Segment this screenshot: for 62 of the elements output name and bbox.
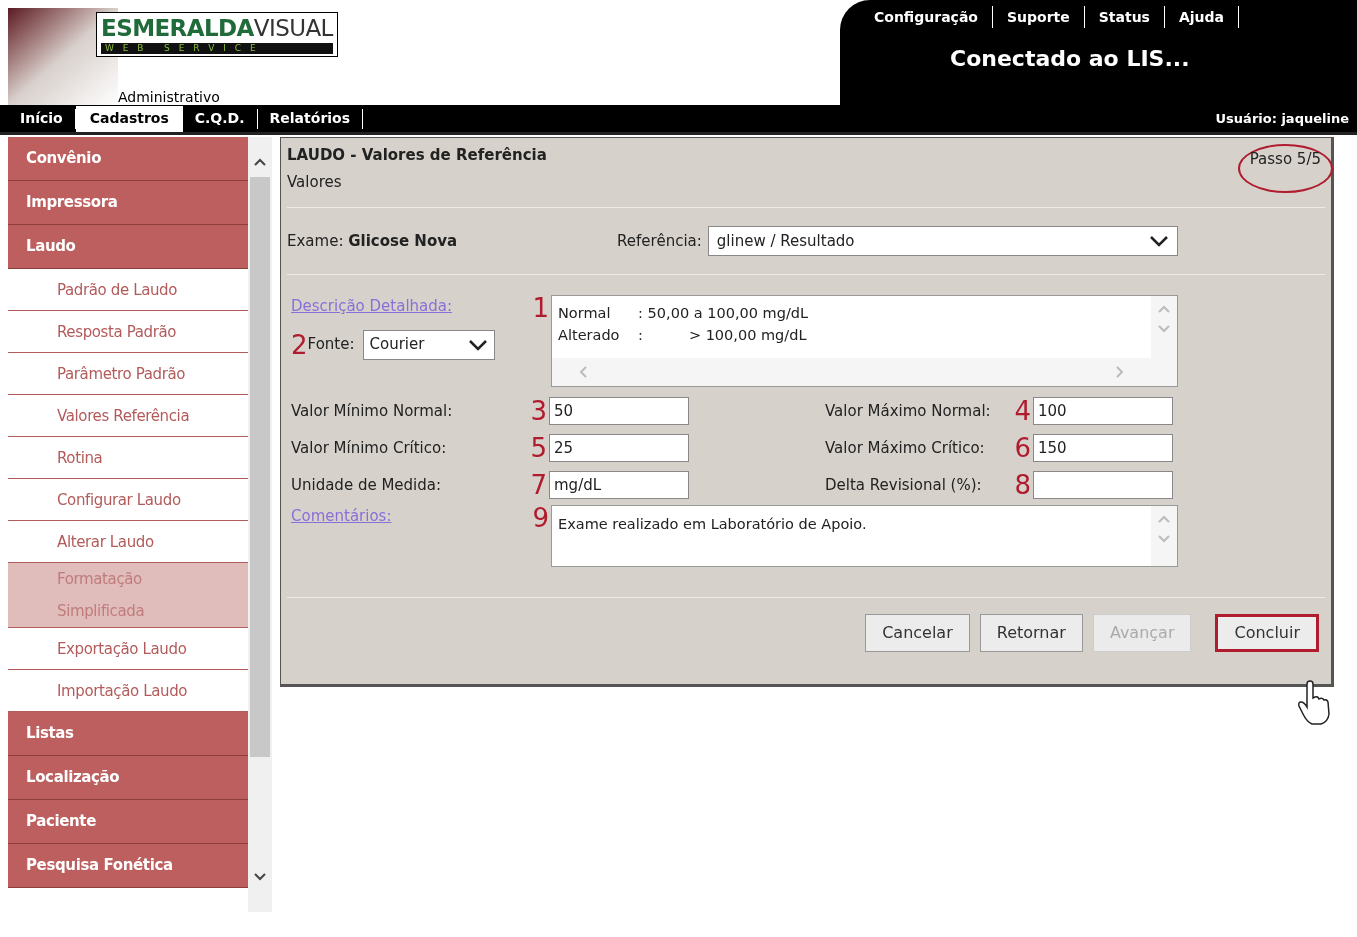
field-label: Delta Revisional (%): xyxy=(824,474,983,496)
top-link[interactable]: Status xyxy=(1084,6,1165,28)
logo: ESMERALDAVISUAL W E B S E R V I C E xyxy=(96,12,338,57)
scroll-left-icon[interactable] xyxy=(578,365,588,379)
field-label: Unidade de Medida: xyxy=(291,474,443,496)
sidebar-item[interactable]: Pesquisa Fonética xyxy=(8,844,248,888)
chevron-down-icon xyxy=(1148,235,1169,247)
nav-tab[interactable]: C.Q.D. xyxy=(182,108,258,129)
text-field[interactable] xyxy=(1033,471,1173,499)
action-button[interactable]: Retornar xyxy=(979,614,1083,652)
field-label: Valor Máximo Crítico: xyxy=(824,437,986,459)
text-field[interactable]: 50 xyxy=(549,397,689,425)
text-field[interactable]: mg/dL xyxy=(549,471,689,499)
callout-number: 6 xyxy=(1013,435,1032,461)
nav-tab[interactable]: Relatórios xyxy=(257,108,364,129)
scroll-thumb[interactable] xyxy=(250,177,270,757)
sidebar-item[interactable]: Convênio xyxy=(8,137,248,181)
panel-subtitle: Valores xyxy=(287,171,343,193)
callout-number: 8 xyxy=(1013,472,1032,498)
sidebar-item[interactable]: Localização xyxy=(8,756,248,800)
callout-number: 5 xyxy=(529,435,548,461)
sidebar-item[interactable]: Paciente xyxy=(8,800,248,844)
reference-label: Referência: xyxy=(617,230,702,252)
panel-title: LAUDO - Valores de Referência xyxy=(287,145,547,166)
horizontal-scrollbar[interactable] xyxy=(552,358,1151,386)
vertical-scrollbar[interactable] xyxy=(248,137,272,912)
chevron-down-icon xyxy=(467,338,488,351)
action-button[interactable]: Concluir xyxy=(1215,614,1319,652)
font-label: Fonte: xyxy=(307,334,355,356)
callout-number: 7 xyxy=(529,472,548,498)
font-dropdown[interactable]: Courier xyxy=(362,329,495,360)
callout-number: 9 xyxy=(531,505,549,535)
sidebar-item[interactable]: Laudo xyxy=(8,225,248,269)
scroll-up-icon[interactable] xyxy=(253,157,267,167)
exam-label: Exame: Glicose Nova xyxy=(287,230,458,252)
action-button[interactable]: Cancelar xyxy=(865,614,970,652)
callout-number: 2 xyxy=(291,331,308,358)
callout-number: 1 xyxy=(531,295,549,325)
description-textarea[interactable]: Normal : 50,00 a 100,00 mg/dL Alterado : > 100,00 mg/dL xyxy=(551,295,1178,387)
sidebar-item[interactable]: Impressora xyxy=(8,181,248,225)
user-label: Usuário: jaqueline xyxy=(1215,109,1349,128)
callout-number: 4 xyxy=(1013,398,1032,424)
field-label: Valor Mínimo Crítico: xyxy=(291,437,448,459)
scroll-right-icon[interactable] xyxy=(1115,365,1125,379)
top-link[interactable]: Configuração xyxy=(860,6,993,28)
step-indicator: Passo 5/5 xyxy=(1237,144,1333,193)
comments-textarea[interactable]: Exame realizado em Laboratório de Apoio. xyxy=(551,505,1178,567)
nav-tab[interactable]: Cadastros xyxy=(75,105,183,132)
scroll-down-icon[interactable] xyxy=(253,872,267,882)
field-label: Valor Máximo Normal: xyxy=(824,400,992,422)
text-field[interactable]: 100 xyxy=(1033,397,1173,425)
reference-dropdown[interactable]: glinew / Resultado xyxy=(707,226,1178,256)
connection-status: Conectado ao LIS... xyxy=(950,45,1190,73)
callout-number: 3 xyxy=(529,398,548,424)
field-label: Valor Mínimo Normal: xyxy=(291,400,454,422)
sidebar-item[interactable]: Listas xyxy=(8,712,248,756)
top-link[interactable]: Suporte xyxy=(992,6,1085,28)
nav-tab[interactable]: Início xyxy=(8,108,76,129)
area-label: Administrativo xyxy=(118,89,221,105)
top-link[interactable]: Ajuda xyxy=(1164,6,1240,28)
text-field[interactable]: 150 xyxy=(1033,434,1173,462)
text-field[interactable]: 25 xyxy=(549,434,689,462)
